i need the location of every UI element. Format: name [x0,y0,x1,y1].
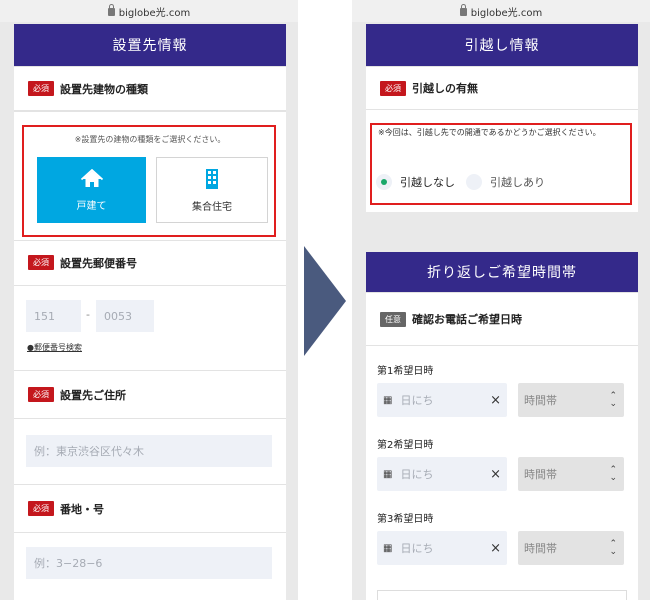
slot3-label: 第3希望日時 [377,514,434,525]
clear-icon[interactable]: × [490,467,501,482]
next-field-edge [377,590,627,600]
slot3-date-input[interactable]: ▦ 日にち × [377,531,507,565]
bullet-icon: ● [27,343,34,352]
required-badge: 必須 [28,501,54,516]
slot2-time-select[interactable]: 時間帯 ⌃ ⌄ [518,457,624,491]
callback-label: 確認お電話ご希望日時 [412,313,522,326]
calendar-icon: ▦ [383,394,393,406]
callback-row: 任意 確認お電話ご希望日時 [366,292,638,346]
chevron-updown-icon: ⌃ ⌄ [609,391,617,409]
postal-label: 設置先郵便番号 [60,256,137,270]
address-bar[interactable]: biglobe光.com [352,0,650,22]
clear-icon[interactable]: × [490,393,501,408]
postal-separator: - [86,308,90,321]
slot1-time-placeholder: 時間帯 [524,394,557,407]
slot2-label: 第2希望日時 [377,440,434,451]
optional-badge: 任意 [380,311,406,327]
url-text: biglobe光.com [470,7,543,19]
section-header-callback: 折り返しご希望時間帯 [366,252,638,292]
moving-label: 引越しの有無 [412,82,478,95]
address-row: 必須 設置先ご住所 [14,370,286,418]
calendar-icon: ▦ [383,468,393,480]
slot2-time-placeholder: 時間帯 [524,468,557,481]
highlight-box-moving [370,123,632,205]
address-area: 例：東京渋谷区代々木 [14,418,286,484]
address-input[interactable]: 例：東京渋谷区代々木 [26,435,272,467]
slot3-time-select[interactable]: 時間帯 ⌃ ⌄ [518,531,624,565]
required-badge: 必須 [380,80,406,96]
postal-search-text: 郵便番号検索 [33,343,82,352]
chevron-updown-icon: ⌃ ⌄ [609,539,617,557]
building-type-label: 設置先建物の種類 [60,82,148,96]
address-bar[interactable]: biglobe光.com [0,0,298,22]
slot3-date-placeholder: 日にち [400,542,434,555]
slot1-date-input[interactable]: ▦ 日にち × [377,383,507,417]
lock-icon [459,4,467,16]
postal-search-link[interactable]: ●郵便番号検索 [27,342,82,353]
highlight-box-building [22,125,276,237]
postal-code-part1[interactable]: 151 [26,300,81,332]
slot2-date-placeholder: 日にち [400,468,434,481]
required-badge: 必須 [28,255,54,270]
required-badge: 必須 [28,81,54,96]
calendar-icon: ▦ [383,542,393,554]
banchi-input[interactable]: 例：3−28−6 [26,547,272,579]
banchi-area: 例：3−28−6 [14,532,286,600]
slot1-label: 第1希望日時 [377,366,434,377]
required-badge: 必須 [28,387,54,402]
moving-row: 必須 引越しの有無 [366,66,638,110]
chevron-updown-icon: ⌃ ⌄ [609,465,617,483]
slot1-date-placeholder: 日にち [400,394,434,407]
callback-section: 折り返しご希望時間帯 任意 確認お電話ご希望日時 第1希望日時 ▦ 日にち × … [366,252,638,600]
banchi-label: 番地・号 [60,502,104,516]
right-phone-screen: biglobe光.com 引越し情報 必須 引越しの有無 ※今回は、引越し先での… [352,0,650,600]
building-type-row: 必須 設置先建物の種類 [14,66,286,110]
slot3-time-placeholder: 時間帯 [524,542,557,555]
url-text: biglobe光.com [118,7,191,19]
slot1-time-select[interactable]: 時間帯 ⌃ ⌄ [518,383,624,417]
clear-icon[interactable]: × [490,541,501,556]
banchi-row: 必須 番地・号 [14,484,286,532]
section-header-install: 設置先情報 [14,24,286,66]
postal-area: 151 - 0053 ●郵便番号検索 [14,285,286,370]
address-label: 設置先ご住所 [60,388,126,402]
section-header-moving: 引越し情報 [366,24,638,66]
transition-arrow-icon [304,246,346,356]
left-phone-screen: biglobe光.com 設置先情報 必須 設置先建物の種類 ※設置先の建物の種… [0,0,298,600]
postal-code-part2[interactable]: 0053 [96,300,154,332]
lock-icon [107,4,115,16]
slot2-date-input[interactable]: ▦ 日にち × [377,457,507,491]
postal-row: 必須 設置先郵便番号 [14,240,286,284]
